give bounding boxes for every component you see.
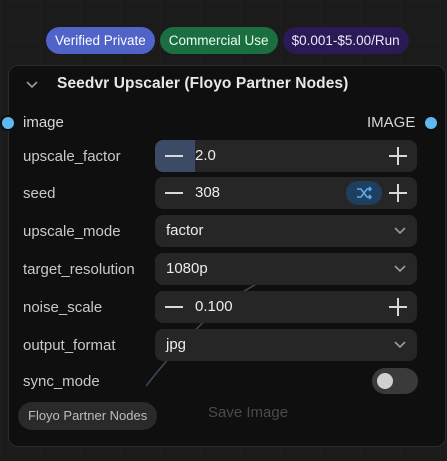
target-resolution-select[interactable]: 1080p	[155, 253, 417, 285]
seed-value[interactable]: 308	[195, 184, 220, 201]
target-resolution-value: 1080p	[166, 260, 208, 277]
price-badge[interactable]: $0.001-$5.00/Run	[282, 27, 409, 54]
shuffle-icon	[357, 186, 373, 200]
image-input-port[interactable]	[2, 117, 14, 129]
upscale-mode-label: upscale_mode	[23, 223, 121, 240]
chevron-down-icon[interactable]	[25, 79, 39, 91]
upscale-factor-label: upscale_factor	[23, 148, 121, 165]
randomize-seed-button[interactable]	[346, 181, 382, 205]
image-input-label: image	[23, 114, 64, 131]
noise-scale-value[interactable]: 0.100	[195, 298, 233, 315]
noise-scale-stepper[interactable]: 0.100	[155, 291, 417, 323]
upscale-factor-value[interactable]: 2.0	[195, 147, 216, 164]
upscale-factor-stepper[interactable]: 2.0	[155, 140, 417, 172]
chevron-down-icon	[394, 265, 406, 273]
decrement-button[interactable]	[155, 140, 195, 172]
decrement-button[interactable]	[155, 177, 195, 209]
upscale-mode-select[interactable]: factor	[155, 215, 417, 247]
output-format-select[interactable]: jpg	[155, 329, 417, 361]
noise-scale-label: noise_scale	[23, 299, 103, 316]
node-title: Seedvr Upscaler (Floyo Partner Nodes)	[57, 75, 349, 92]
node-header[interactable]: Seedvr Upscaler (Floyo Partner Nodes)	[9, 66, 445, 104]
save-image-label: Save Image	[208, 404, 289, 421]
seed-stepper[interactable]: 308	[155, 177, 417, 209]
decrement-button[interactable]	[155, 291, 195, 323]
increment-button[interactable]	[381, 177, 417, 209]
target-resolution-label: target_resolution	[23, 261, 135, 278]
increment-button[interactable]	[381, 291, 417, 323]
seed-label: seed	[23, 185, 56, 202]
partner-nodes-tag[interactable]: Floyo Partner Nodes	[18, 402, 158, 430]
upscale-mode-value: factor	[166, 222, 204, 239]
chevron-down-icon	[394, 341, 406, 349]
image-output-label: IMAGE	[367, 114, 416, 131]
verified-private-badge[interactable]: Verified Private	[46, 27, 155, 54]
chevron-down-icon	[394, 227, 406, 235]
output-format-value: jpg	[166, 336, 187, 353]
output-format-label: output_format	[23, 337, 116, 354]
node-badges: Verified Private Commercial Use $0.001-$…	[46, 27, 409, 54]
image-output-port[interactable]	[425, 117, 437, 129]
increment-button[interactable]	[381, 140, 417, 172]
toggle-knob	[377, 373, 393, 389]
sync-mode-label: sync_mode	[23, 373, 100, 390]
sync-mode-toggle[interactable]	[372, 368, 418, 394]
commercial-use-badge[interactable]: Commercial Use	[159, 27, 278, 54]
